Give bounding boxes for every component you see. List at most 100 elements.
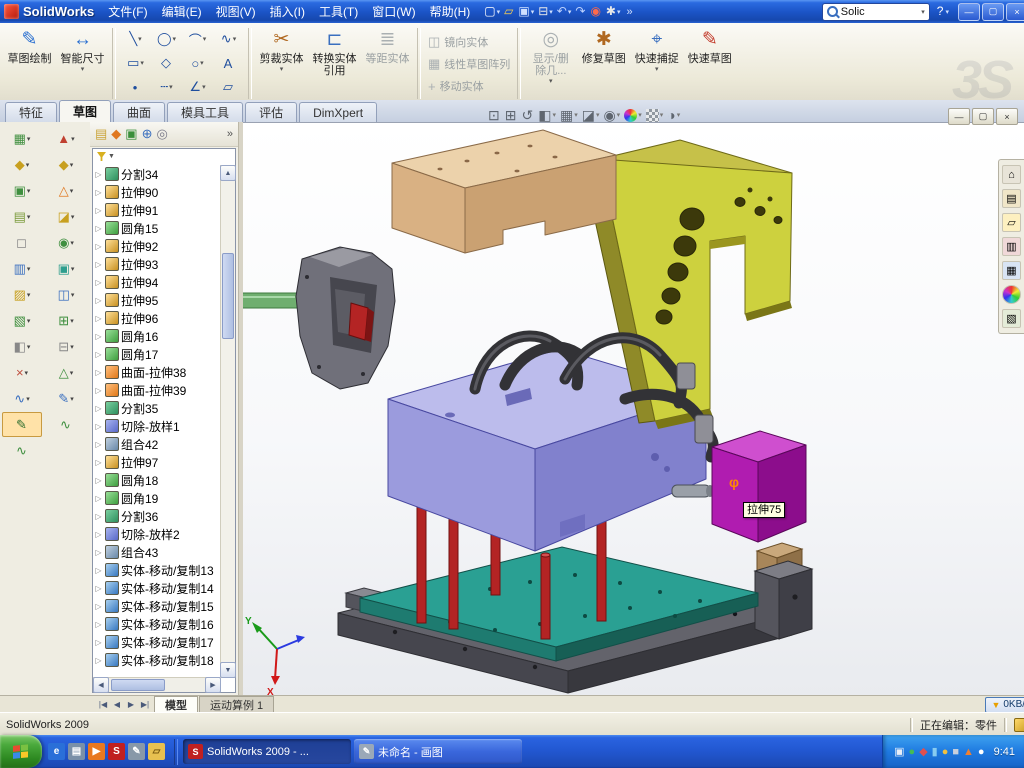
- minimize-button[interactable]: —: [958, 3, 980, 21]
- feature-tree-item[interactable]: ▷ 实体-移动/复制13: [94, 561, 221, 579]
- tray-display-icon[interactable]: ▮: [932, 745, 938, 758]
- view-orientation-icon[interactable]: ▦ ▾: [560, 106, 578, 124]
- feature-tree-item[interactable]: ▷ 圆角16: [94, 327, 221, 345]
- download-speed-badge[interactable]: ▼ 0KB/S: [985, 697, 1024, 713]
- rapid-sketch-button[interactable]: ✎ 快速草图: [684, 25, 735, 102]
- graphics-viewport[interactable]: φ: [243, 122, 1024, 696]
- left-tool2-loft[interactable]: △ ▾: [46, 178, 86, 203]
- save-icon[interactable]: ▣ ▾: [516, 3, 536, 20]
- panel-chevron-icon[interactable]: »: [227, 128, 233, 140]
- task-paint[interactable]: ✎ 未命名 - 画图: [354, 739, 522, 764]
- tab-surfaces[interactable]: 曲面: [113, 102, 165, 122]
- mirror-entities-button[interactable]: ◫ 镜向实体: [425, 33, 513, 51]
- expand-arrow-icon[interactable]: ▷: [94, 440, 103, 449]
- scroll-right-button[interactable]: ▶: [205, 677, 221, 693]
- feature-tree-item[interactable]: ▷ 组合42: [94, 435, 221, 453]
- left-tool-shell[interactable]: ◧ ▾: [2, 334, 42, 359]
- expand-arrow-icon[interactable]: ▷: [94, 242, 103, 251]
- scroll-thumb[interactable]: [222, 253, 234, 339]
- left-tool-trim[interactable]: × ▾: [2, 360, 42, 385]
- search-dropdown-icon[interactable]: ▾: [921, 8, 925, 16]
- feature-tree-item[interactable]: ▷ 实体-移动/复制18: [94, 651, 221, 669]
- close-document-icon[interactable]: ×: [996, 108, 1018, 125]
- left-tool2-rib[interactable]: ◫ ▾: [46, 282, 86, 307]
- expand-arrow-icon[interactable]: ▷: [94, 296, 103, 305]
- design-library-icon[interactable]: ▤: [1002, 189, 1021, 208]
- tree-horizontal-scrollbar[interactable]: ◀ ▶: [93, 677, 221, 692]
- restore-document-icon[interactable]: ▢: [972, 108, 994, 125]
- spline-tool[interactable]: ∿ ▾: [213, 27, 244, 51]
- menu-file[interactable]: 文件(F): [101, 1, 154, 22]
- menu-tools[interactable]: 工具(T): [312, 1, 365, 22]
- feature-tree-item[interactable]: ▷ 拉伸90: [94, 183, 221, 201]
- repair-sketch-button[interactable]: ✱ 修复草图: [578, 25, 629, 102]
- model-tab[interactable]: 模型: [154, 696, 198, 713]
- dimxpertmanager-tab-icon[interactable]: ⊕: [142, 126, 153, 142]
- rectangle-tool[interactable]: ▭ ▾: [120, 51, 151, 75]
- feature-tree-item[interactable]: ▷ 曲面-拉伸39: [94, 381, 221, 399]
- close-button[interactable]: ×: [1006, 3, 1024, 21]
- tray-shield-icon[interactable]: ●: [909, 746, 916, 758]
- expand-arrow-icon[interactable]: ▷: [94, 638, 103, 647]
- scroll-track[interactable]: [221, 181, 235, 662]
- tab-scroll-button[interactable]: ◀: [110, 700, 124, 709]
- expand-arrow-icon[interactable]: ▷: [94, 278, 103, 287]
- expand-arrow-icon[interactable]: ▷: [94, 170, 103, 179]
- solidworks-quicklaunch-icon[interactable]: S: [108, 743, 125, 760]
- feature-tree-item[interactable]: ▷ 拉伸95: [94, 291, 221, 309]
- left-tool-reference[interactable]: ◻: [2, 230, 42, 255]
- menu-help[interactable]: 帮助(H): [423, 1, 478, 22]
- left-tool2-mirror[interactable]: △ ▾: [46, 360, 86, 385]
- previous-view-icon[interactable]: ↺: [521, 106, 534, 124]
- quick-snaps-button[interactable]: ⌖ 快速捕捉 ▾: [631, 25, 682, 102]
- scroll-thumb[interactable]: [111, 679, 165, 691]
- menu-edit[interactable]: 编辑(E): [155, 1, 209, 22]
- redo-icon[interactable]: ↷: [573, 3, 588, 20]
- feature-tree-item[interactable]: ▷ 拉伸94: [94, 273, 221, 291]
- polygon-tool[interactable]: ◇: [151, 51, 182, 75]
- undo-icon[interactable]: ↶ ▾: [555, 3, 574, 20]
- model-clamp-block[interactable]: [243, 247, 395, 389]
- tab-features[interactable]: 特征: [5, 102, 57, 122]
- menu-view[interactable]: 视图(V): [209, 1, 263, 22]
- expand-arrow-icon[interactable]: ▷: [94, 476, 103, 485]
- tab-scroll-button[interactable]: ▶|: [138, 700, 152, 709]
- menu-insert[interactable]: 插入(I): [263, 1, 312, 22]
- tray-ime-icon[interactable]: ▣: [894, 745, 904, 758]
- scroll-left-button[interactable]: ◀: [93, 677, 109, 693]
- left-tool2-revolve[interactable]: ◆ ▾: [46, 152, 86, 177]
- feature-tree-item[interactable]: ▷ 实体-移动/复制16: [94, 615, 221, 633]
- displaymanager-tab-icon[interactable]: ◎: [157, 126, 168, 142]
- toolbar-overflow-icon[interactable]: »: [624, 6, 636, 18]
- view-palette-icon[interactable]: ▦: [1002, 261, 1021, 280]
- move-entities-button[interactable]: + 移动实体: [425, 77, 513, 95]
- feature-tree-item[interactable]: ▷ 拉伸97: [94, 453, 221, 471]
- expand-arrow-icon[interactable]: ▷: [94, 206, 103, 215]
- expand-arrow-icon[interactable]: ▷: [94, 530, 103, 539]
- expand-arrow-icon[interactable]: ▷: [94, 422, 103, 431]
- plane-tool[interactable]: ▱: [213, 75, 244, 99]
- minimize-document-icon[interactable]: —: [948, 108, 970, 125]
- feature-tree-item[interactable]: ▷ 分割36: [94, 507, 221, 525]
- left-tool-spline[interactable]: ∿ ▾: [2, 386, 42, 411]
- left-tool-curves[interactable]: ▥ ▾: [2, 256, 42, 281]
- linear-sketch-pattern-button[interactable]: ▦ 线性草图阵列: [425, 55, 513, 73]
- left-tool2-spline[interactable]: ∿: [46, 412, 86, 437]
- left-tool-fillet[interactable]: ▧ ▾: [2, 308, 42, 333]
- left-tool2-dome[interactable]: ⊟ ▾: [46, 334, 86, 359]
- feature-tree-item[interactable]: ▷ 切除-放样1: [94, 417, 221, 435]
- expand-arrow-icon[interactable]: ▷: [94, 260, 103, 269]
- solidworks-resources-icon[interactable]: ⌂: [1002, 165, 1021, 184]
- help-menu[interactable]: ? ▾: [937, 4, 949, 19]
- tray-alert-icon[interactable]: ◆: [919, 745, 927, 758]
- filter-dropdown-icon[interactable]: ▼: [108, 153, 115, 160]
- model-magenta-block[interactable]: φ: [712, 431, 806, 542]
- feature-tree-item[interactable]: ▷ 拉伸96: [94, 309, 221, 327]
- feature-tree-item[interactable]: ▷ 圆角17: [94, 345, 221, 363]
- print-icon[interactable]: ⊟ ▾: [536, 3, 555, 20]
- section-view-icon[interactable]: ◧ ▾: [538, 106, 556, 124]
- scroll-track[interactable]: [109, 678, 205, 692]
- expand-arrow-icon[interactable]: ▷: [94, 494, 103, 503]
- expand-arrow-icon[interactable]: ▷: [94, 386, 103, 395]
- file-explorer-icon[interactable]: ▱: [1002, 213, 1021, 232]
